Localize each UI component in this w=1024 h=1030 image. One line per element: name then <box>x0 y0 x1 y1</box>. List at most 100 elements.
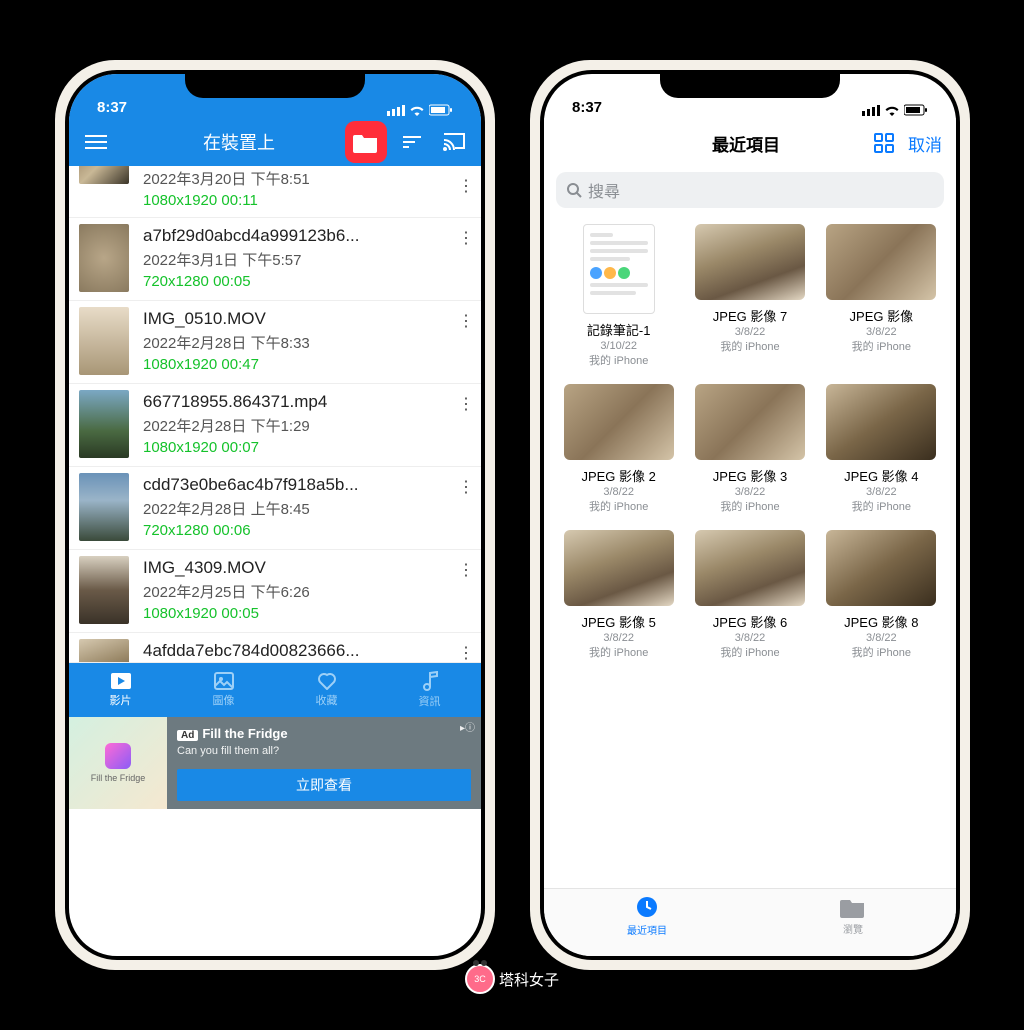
ad-image: Fill the Fridge <box>69 717 167 809</box>
file-date: 3/8/22 <box>735 632 766 644</box>
more-icon[interactable]: ⋮ <box>458 643 473 663</box>
more-icon[interactable]: ⋮ <box>458 228 473 248</box>
file-thumbnail <box>826 384 936 460</box>
video-thumbnail <box>79 390 129 458</box>
video-filename: 667718955.864371.mp4 <box>143 392 473 412</box>
search-input[interactable]: 搜尋 <box>556 172 944 208</box>
file-date: 3/8/22 <box>866 632 897 644</box>
ad-subtitle: Can you fill them all? <box>177 745 471 757</box>
files-grid[interactable]: 記錄筆記-13/10/22我的 iPhoneJPEG 影像 73/8/22我的 … <box>544 220 956 664</box>
tab-2[interactable]: 收藏 <box>275 663 378 717</box>
video-resolution: 1080x1920 00:47 <box>143 356 473 373</box>
file-date: 3/8/22 <box>603 486 634 498</box>
file-item[interactable]: JPEG 影像 73/8/22我的 iPhone <box>691 224 808 368</box>
file-item[interactable]: JPEG 影像 43/8/22我的 iPhone <box>823 384 940 514</box>
search-placeholder: 搜尋 <box>588 178 620 202</box>
grid-toggle-icon[interactable] <box>874 133 894 153</box>
video-row[interactable]: 2022年3月20日 下午8:511080x1920 00:11 ⋮ <box>69 166 481 218</box>
file-item[interactable]: JPEG 影像3/8/22我的 iPhone <box>823 224 940 368</box>
file-date: 3/8/22 <box>866 326 897 338</box>
files-tab-1[interactable]: 瀏覽 <box>750 889 956 942</box>
more-icon[interactable]: ⋮ <box>458 477 473 497</box>
file-thumbnail <box>826 224 936 300</box>
video-filename: cdd73e0be6ac4b7f918a5b... <box>143 475 473 495</box>
ad-banner[interactable]: Fill the Fridge AdFill the Fridge Can yo… <box>69 717 481 809</box>
video-row[interactable]: a7bf29d0abcd4a999123b6... 2022年3月1日 下午5:… <box>69 218 481 301</box>
menu-icon[interactable] <box>79 125 113 159</box>
file-thumbnail <box>695 530 805 606</box>
files-tab-0[interactable]: 最近項目 <box>544 889 750 942</box>
tab-0[interactable]: 影片 <box>69 663 172 717</box>
file-item[interactable]: JPEG 影像 53/8/22我的 iPhone <box>560 530 677 660</box>
files-header: 最近項目 取消 <box>544 118 956 168</box>
ad-close-icon[interactable]: ▸ⓘ <box>460 719 475 734</box>
status-icons <box>387 104 453 116</box>
file-location: 我的 iPhone <box>720 498 779 514</box>
tab-label: 瀏覽 <box>843 921 863 936</box>
more-icon[interactable]: ⋮ <box>458 311 473 331</box>
file-location: 我的 iPhone <box>720 338 779 354</box>
video-thumbnail <box>79 307 129 375</box>
file-item[interactable]: JPEG 影像 33/8/22我的 iPhone <box>691 384 808 514</box>
video-row[interactable]: 667718955.864371.mp4 2022年2月28日 下午1:29 1… <box>69 384 481 467</box>
tab-3[interactable]: 資訊 <box>378 663 481 717</box>
file-date: 3/8/22 <box>735 326 766 338</box>
file-item[interactable]: JPEG 影像 83/8/22我的 iPhone <box>823 530 940 660</box>
video-filename: IMG_4309.MOV <box>143 558 473 578</box>
file-location: 我的 iPhone <box>852 338 911 354</box>
cancel-button[interactable]: 取消 <box>908 131 942 156</box>
folder-icon[interactable] <box>349 125 383 159</box>
notch <box>185 70 365 98</box>
video-thumbnail <box>79 639 129 663</box>
more-icon[interactable]: ⋮ <box>458 560 473 580</box>
tab-icon <box>422 671 438 691</box>
file-name: JPEG 影像 7 <box>713 306 787 325</box>
tab-1[interactable]: 圖像 <box>172 663 275 717</box>
file-name: JPEG 影像 2 <box>581 466 655 485</box>
file-thumbnail <box>695 384 805 460</box>
video-filename: 4afdda7ebc784d00823666... <box>143 641 473 661</box>
file-location: 我的 iPhone <box>589 498 648 514</box>
file-item[interactable]: JPEG 影像 63/8/22我的 iPhone <box>691 530 808 660</box>
file-date: 3/8/22 <box>603 632 634 644</box>
file-name: JPEG 影像 4 <box>844 466 918 485</box>
video-thumbnail <box>79 556 129 624</box>
phone-left: 8:37 在裝置上 2022年3月20日 下午8:511080x1920 00:… <box>55 60 495 970</box>
file-location: 我的 iPhone <box>589 352 648 368</box>
tab-icon <box>110 672 132 690</box>
tab-label: 最近項目 <box>627 922 667 937</box>
file-location: 我的 iPhone <box>720 644 779 660</box>
file-name: 記錄筆記-1 <box>587 320 651 339</box>
video-thumbnail <box>79 473 129 541</box>
cast-icon[interactable] <box>437 125 471 159</box>
sort-icon[interactable] <box>395 125 429 159</box>
watermark-avatar: 3C <box>465 964 495 994</box>
video-row[interactable]: IMG_4309.MOV 2022年2月25日 下午6:26 1080x1920… <box>69 550 481 633</box>
file-thumbnail <box>564 384 674 460</box>
file-thumbnail <box>826 530 936 606</box>
file-item[interactable]: 記錄筆記-13/10/22我的 iPhone <box>560 224 677 368</box>
file-item[interactable]: JPEG 影像 23/8/22我的 iPhone <box>560 384 677 514</box>
file-date: 3/10/22 <box>600 340 637 352</box>
video-row[interactable]: 4afdda7ebc784d00823666... ⋮ <box>69 633 481 663</box>
more-icon[interactable]: ⋮ <box>458 176 473 196</box>
video-filename: IMG_0510.MOV <box>143 309 473 329</box>
video-date: 2022年3月20日 下午8:51 <box>143 168 473 189</box>
header-title: 在裝置上 <box>141 129 337 155</box>
more-icon[interactable]: ⋮ <box>458 394 473 414</box>
file-date: 3/8/22 <box>735 486 766 498</box>
ad-cta-button[interactable]: 立即查看 <box>177 769 471 801</box>
video-row[interactable]: cdd73e0be6ac4b7f918a5b... 2022年2月28日 上午8… <box>69 467 481 550</box>
tab-label: 資訊 <box>419 693 441 709</box>
video-list[interactable]: 2022年3月20日 下午8:511080x1920 00:11 ⋮ a7bf2… <box>69 166 481 663</box>
file-name: JPEG 影像 8 <box>844 612 918 631</box>
file-location: 我的 iPhone <box>589 644 648 660</box>
app-header: 在裝置上 <box>69 118 481 166</box>
files-title: 最近項目 <box>618 131 874 156</box>
status-time: 8:37 <box>572 99 602 116</box>
tab-icon <box>317 672 337 690</box>
video-row[interactable]: IMG_0510.MOV 2022年2月28日 下午8:33 1080x1920… <box>69 301 481 384</box>
tab-icon <box>840 896 866 918</box>
file-name: JPEG 影像 3 <box>713 466 787 485</box>
file-location: 我的 iPhone <box>852 644 911 660</box>
